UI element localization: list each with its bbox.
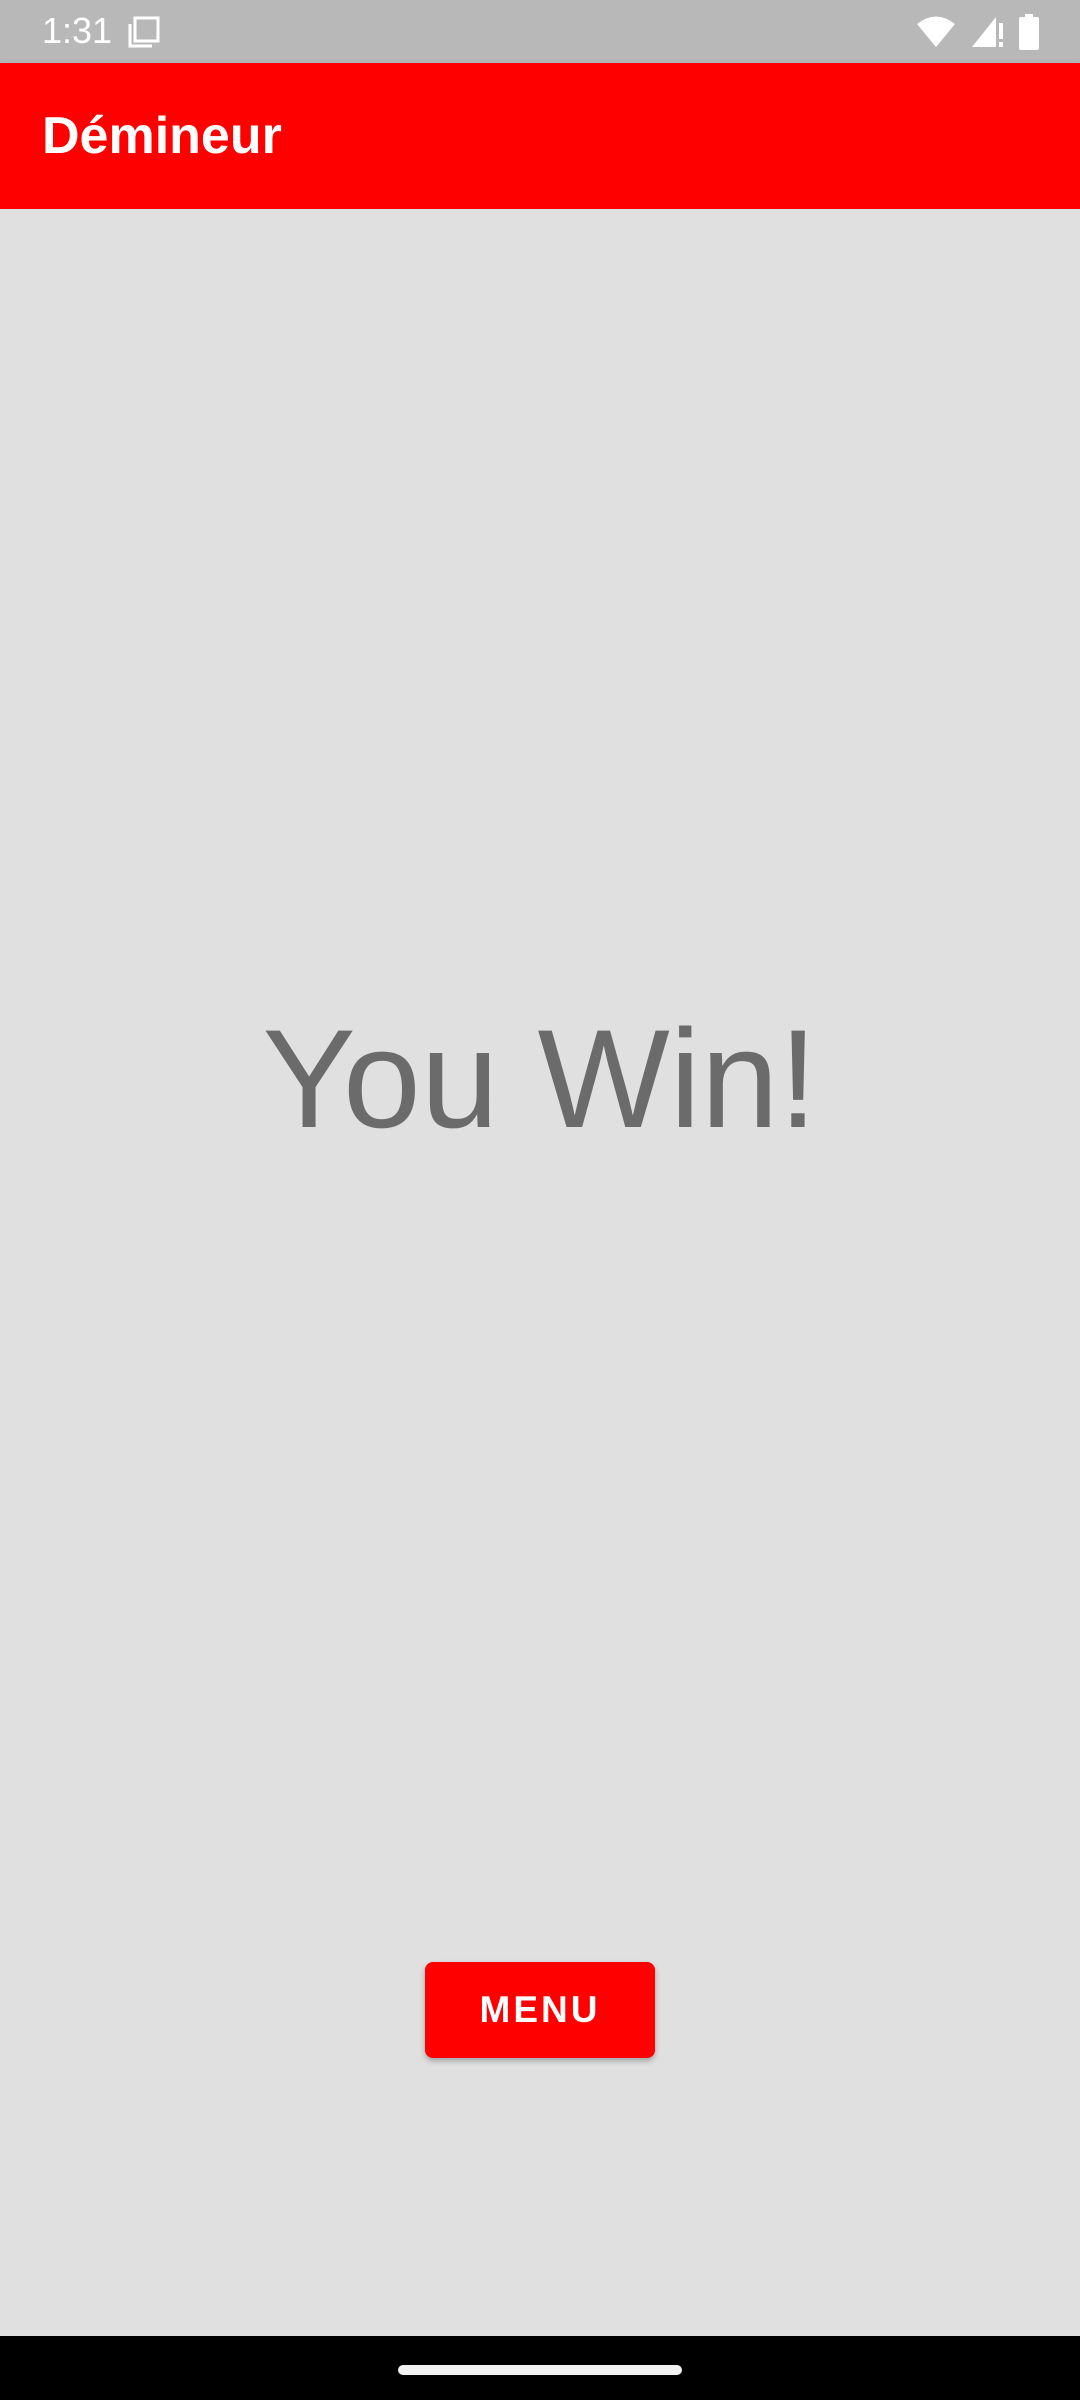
app-bar: Démineur	[0, 63, 1080, 209]
signal-icon	[970, 15, 1004, 49]
status-bar: 1:31	[0, 0, 1080, 63]
screenshot-icon	[126, 14, 162, 50]
result-message: You Win!	[262, 1000, 818, 1157]
app-title: Démineur	[42, 107, 282, 165]
battery-icon	[1018, 14, 1040, 50]
game-result-screen: You Win! MENU	[0, 209, 1080, 2336]
navigation-bar	[0, 2336, 1080, 2400]
menu-button[interactable]: MENU	[425, 1962, 655, 2058]
wifi-icon	[916, 15, 956, 49]
status-time: 1:31	[42, 10, 113, 51]
home-handle[interactable]	[398, 2365, 682, 2375]
status-icons	[916, 12, 1040, 52]
